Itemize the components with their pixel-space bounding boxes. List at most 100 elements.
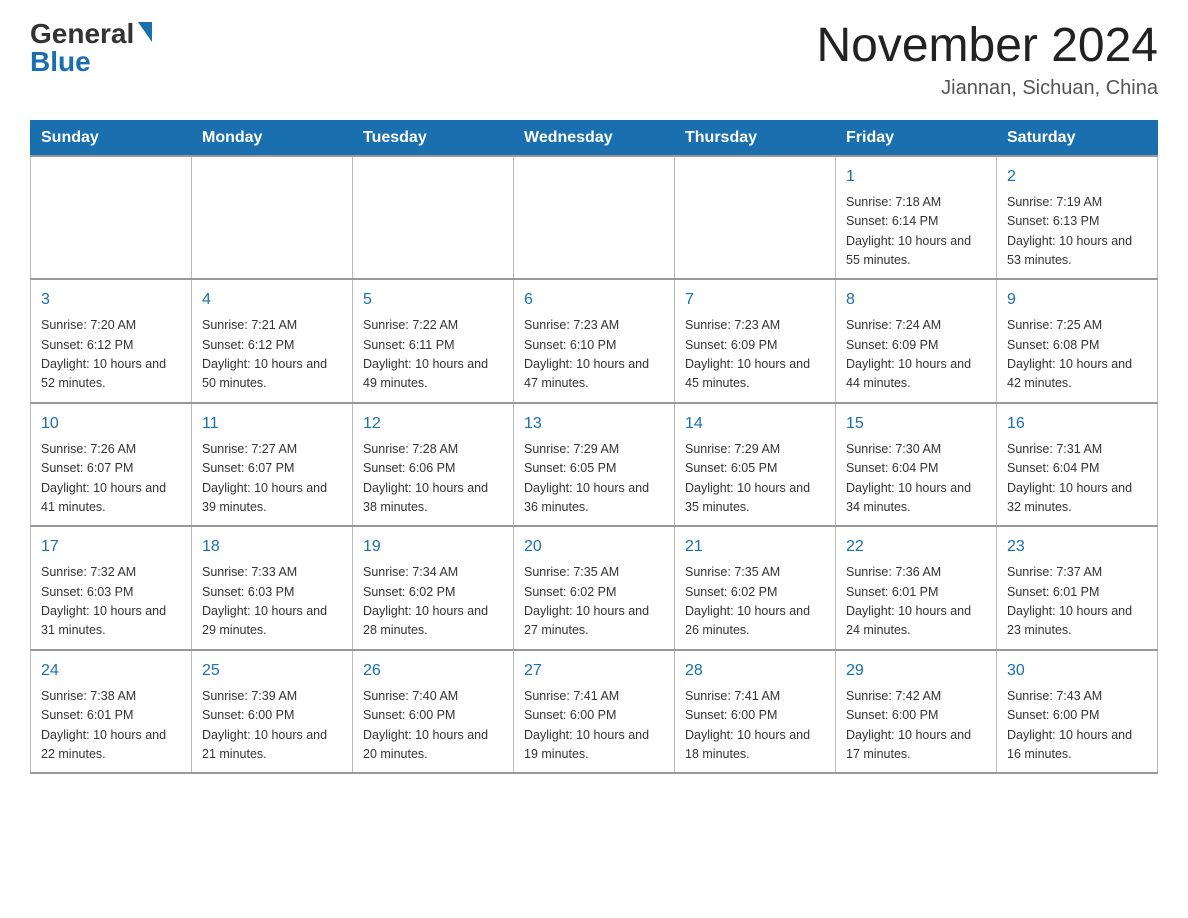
day-number: 30	[1007, 659, 1147, 683]
day-number: 25	[202, 659, 342, 683]
day-info: Sunrise: 7:23 AMSunset: 6:10 PMDaylight:…	[524, 316, 664, 394]
logo-triangle-icon	[138, 22, 152, 42]
day-number: 23	[1007, 535, 1147, 559]
day-number: 16	[1007, 412, 1147, 436]
day-number: 21	[685, 535, 825, 559]
day-number: 28	[685, 659, 825, 683]
day-info: Sunrise: 7:27 AMSunset: 6:07 PMDaylight:…	[202, 440, 342, 518]
day-info: Sunrise: 7:41 AMSunset: 6:00 PMDaylight:…	[685, 687, 825, 765]
day-info: Sunrise: 7:30 AMSunset: 6:04 PMDaylight:…	[846, 440, 986, 518]
day-info: Sunrise: 7:38 AMSunset: 6:01 PMDaylight:…	[41, 687, 181, 765]
day-info: Sunrise: 7:29 AMSunset: 6:05 PMDaylight:…	[685, 440, 825, 518]
calendar-cell: 4Sunrise: 7:21 AMSunset: 6:12 PMDaylight…	[192, 279, 353, 403]
day-number: 18	[202, 535, 342, 559]
day-number: 11	[202, 412, 342, 436]
calendar-cell: 28 Sunrise: 7:41 AMSunset: 6:00 PMDayligh…	[675, 650, 836, 774]
day-info: Sunrise: 7:21 AMSunset: 6:12 PMDaylight:…	[202, 316, 342, 394]
calendar-cell: 19 Sunrise: 7:34 AMSunset: 6:02 PMDayligh…	[353, 526, 514, 650]
day-info: Sunrise: 7:25 AMSunset: 6:08 PMDaylight:…	[1007, 316, 1147, 394]
calendar-week-row: 24 Sunrise: 7:38 AMSunset: 6:01 PMDayligh…	[31, 650, 1158, 774]
day-info: Sunrise: 7:40 AMSunset: 6:00 PMDaylight:…	[363, 687, 503, 765]
day-info: Sunrise: 7:35 AMSunset: 6:02 PMDaylight:…	[524, 563, 664, 641]
calendar-cell: 29Sunrise: 7:42 AMSunset: 6:00 PMDayligh…	[836, 650, 997, 774]
calendar-table: SundayMondayTuesdayWednesdayThursdayFrid…	[30, 120, 1158, 775]
calendar-header: SundayMondayTuesdayWednesdayThursdayFrid…	[31, 120, 1158, 156]
title-section: November 2024 Jiannan, Sichuan, China	[816, 20, 1158, 100]
day-number: 9	[1007, 288, 1147, 312]
calendar-cell	[353, 156, 514, 280]
day-info: Sunrise: 7:37 AMSunset: 6:01 PMDaylight:…	[1007, 563, 1147, 641]
day-number: 2	[1007, 165, 1147, 189]
calendar-cell: 18 Sunrise: 7:33 AMSunset: 6:03 PMDayligh…	[192, 526, 353, 650]
calendar-cell: 7 Sunrise: 7:23 AMSunset: 6:09 PMDaylight…	[675, 279, 836, 403]
calendar-week-row: 10 Sunrise: 7:26 AMSunset: 6:07 PMDayligh…	[31, 403, 1158, 527]
day-number: 22	[846, 535, 986, 559]
calendar-cell: 15 Sunrise: 7:30 AMSunset: 6:04 PMDayligh…	[836, 403, 997, 527]
calendar-cell: 21 Sunrise: 7:35 AMSunset: 6:02 PMDayligh…	[675, 526, 836, 650]
day-of-week-header: Friday	[836, 120, 997, 156]
calendar-cell: 1Sunrise: 7:18 AMSunset: 6:14 PMDaylight…	[836, 156, 997, 280]
day-info: Sunrise: 7:34 AMSunset: 6:02 PMDaylight:…	[363, 563, 503, 641]
location: Jiannan, Sichuan, China	[816, 77, 1158, 100]
day-number: 19	[363, 535, 503, 559]
day-number: 15	[846, 412, 986, 436]
day-number: 29	[846, 659, 986, 683]
day-number: 14	[685, 412, 825, 436]
day-number: 13	[524, 412, 664, 436]
calendar-cell: 25Sunrise: 7:39 AMSunset: 6:00 PMDayligh…	[192, 650, 353, 774]
day-of-week-header: Thursday	[675, 120, 836, 156]
day-info: Sunrise: 7:33 AMSunset: 6:03 PMDaylight:…	[202, 563, 342, 641]
day-number: 5	[363, 288, 503, 312]
calendar-cell: 14 Sunrise: 7:29 AMSunset: 6:05 PMDayligh…	[675, 403, 836, 527]
day-info: Sunrise: 7:32 AMSunset: 6:03 PMDaylight:…	[41, 563, 181, 641]
header-row: SundayMondayTuesdayWednesdayThursdayFrid…	[31, 120, 1158, 156]
day-info: Sunrise: 7:29 AMSunset: 6:05 PMDaylight:…	[524, 440, 664, 518]
day-number: 20	[524, 535, 664, 559]
day-number: 12	[363, 412, 503, 436]
calendar-cell: 30 Sunrise: 7:43 AMSunset: 6:00 PMDayligh…	[997, 650, 1158, 774]
calendar-cell: 6 Sunrise: 7:23 AMSunset: 6:10 PMDaylight…	[514, 279, 675, 403]
day-number: 8	[846, 288, 986, 312]
day-number: 7	[685, 288, 825, 312]
calendar-cell: 24 Sunrise: 7:38 AMSunset: 6:01 PMDayligh…	[31, 650, 192, 774]
day-number: 6	[524, 288, 664, 312]
calendar-cell: 10 Sunrise: 7:26 AMSunset: 6:07 PMDayligh…	[31, 403, 192, 527]
day-number: 10	[41, 412, 181, 436]
page-header: General Blue November 2024 Jiannan, Sich…	[30, 20, 1158, 100]
day-info: Sunrise: 7:41 AMSunset: 6:00 PMDaylight:…	[524, 687, 664, 765]
calendar-cell	[192, 156, 353, 280]
logo-blue: Blue	[30, 48, 91, 76]
day-info: Sunrise: 7:23 AMSunset: 6:09 PMDaylight:…	[685, 316, 825, 394]
calendar-cell: 12 Sunrise: 7:28 AMSunset: 6:06 PMDayligh…	[353, 403, 514, 527]
day-number: 27	[524, 659, 664, 683]
day-number: 17	[41, 535, 181, 559]
day-of-week-header: Tuesday	[353, 120, 514, 156]
day-number: 24	[41, 659, 181, 683]
calendar-cell: 22Sunrise: 7:36 AMSunset: 6:01 PMDayligh…	[836, 526, 997, 650]
calendar-cell	[31, 156, 192, 280]
day-info: Sunrise: 7:31 AMSunset: 6:04 PMDaylight:…	[1007, 440, 1147, 518]
calendar-week-row: 17 Sunrise: 7:32 AMSunset: 6:03 PMDayligh…	[31, 526, 1158, 650]
calendar-cell: 20 Sunrise: 7:35 AMSunset: 6:02 PMDayligh…	[514, 526, 675, 650]
day-info: Sunrise: 7:20 AMSunset: 6:12 PMDaylight:…	[41, 316, 181, 394]
calendar-cell	[675, 156, 836, 280]
day-info: Sunrise: 7:35 AMSunset: 6:02 PMDaylight:…	[685, 563, 825, 641]
day-info: Sunrise: 7:28 AMSunset: 6:06 PMDaylight:…	[363, 440, 503, 518]
day-info: Sunrise: 7:18 AMSunset: 6:14 PMDaylight:…	[846, 193, 986, 271]
calendar-cell: 9 Sunrise: 7:25 AMSunset: 6:08 PMDaylight…	[997, 279, 1158, 403]
day-number: 26	[363, 659, 503, 683]
calendar-cell: 27 Sunrise: 7:41 AMSunset: 6:00 PMDayligh…	[514, 650, 675, 774]
calendar-cell: 13 Sunrise: 7:29 AMSunset: 6:05 PMDayligh…	[514, 403, 675, 527]
day-of-week-header: Wednesday	[514, 120, 675, 156]
day-info: Sunrise: 7:26 AMSunset: 6:07 PMDaylight:…	[41, 440, 181, 518]
day-of-week-header: Saturday	[997, 120, 1158, 156]
calendar-cell: 23 Sunrise: 7:37 AMSunset: 6:01 PMDayligh…	[997, 526, 1158, 650]
calendar-week-row: 3Sunrise: 7:20 AMSunset: 6:12 PMDaylight…	[31, 279, 1158, 403]
day-of-week-header: Sunday	[31, 120, 192, 156]
month-title: November 2024	[816, 20, 1158, 73]
calendar-cell: 17 Sunrise: 7:32 AMSunset: 6:03 PMDayligh…	[31, 526, 192, 650]
calendar-cell: 3Sunrise: 7:20 AMSunset: 6:12 PMDaylight…	[31, 279, 192, 403]
calendar-cell: 5Sunrise: 7:22 AMSunset: 6:11 PMDaylight…	[353, 279, 514, 403]
day-info: Sunrise: 7:43 AMSunset: 6:00 PMDaylight:…	[1007, 687, 1147, 765]
calendar-cell: 2Sunrise: 7:19 AMSunset: 6:13 PMDaylight…	[997, 156, 1158, 280]
